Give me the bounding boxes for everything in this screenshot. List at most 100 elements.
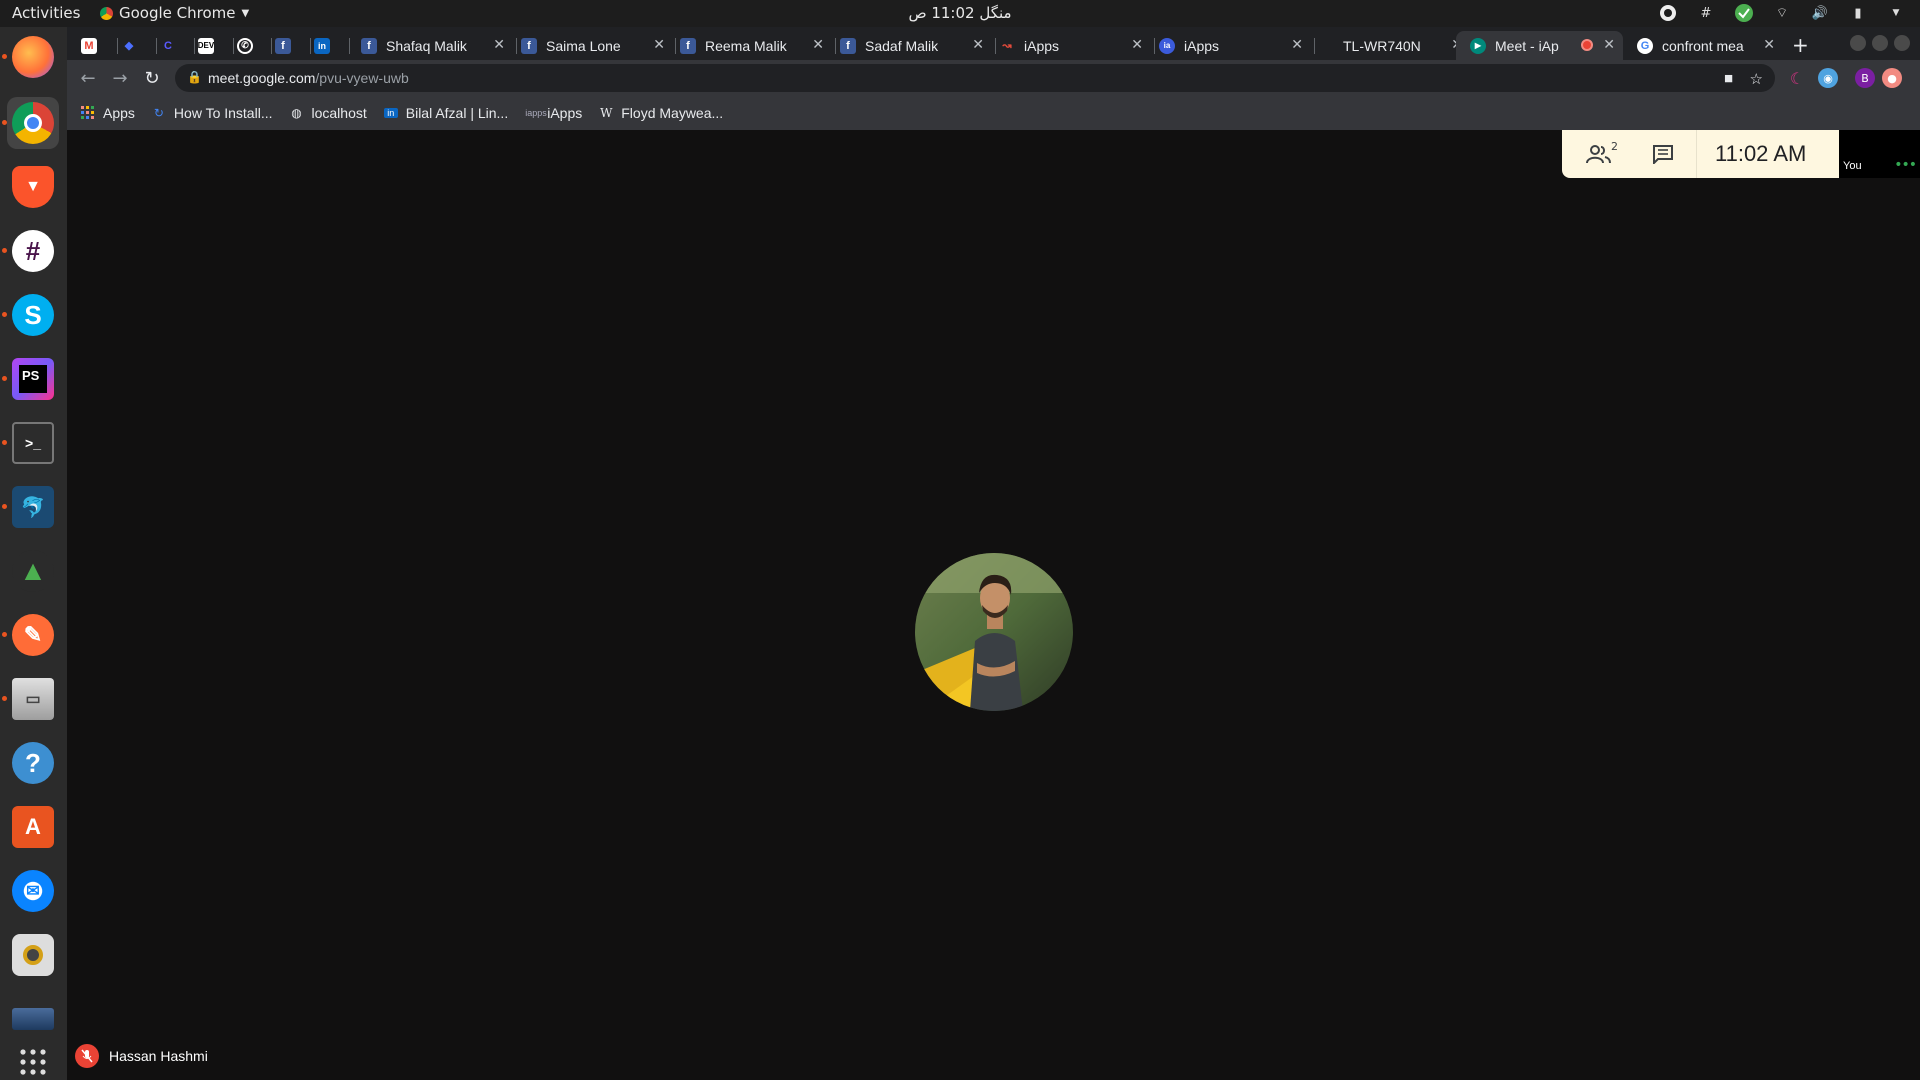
close-icon[interactable]: ✕ — [1291, 36, 1303, 53]
dock-terminal[interactable]: >_ — [2, 417, 59, 469]
tab-jira[interactable]: ◆ — [121, 31, 151, 60]
battery-icon[interactable]: ▮ — [1848, 3, 1868, 23]
star-icon[interactable]: ☆ — [1750, 70, 1763, 88]
dock-chrome[interactable] — [2, 97, 59, 149]
linkedin-icon: in — [314, 37, 330, 54]
dock-rhythmbox[interactable] — [7, 929, 59, 981]
dock-mysql-workbench[interactable]: 🐬 — [2, 481, 59, 533]
tab-linkedin[interactable]: in — [314, 31, 344, 60]
rocket-icon: ▲ — [12, 550, 54, 592]
bookmark-iapps[interactable]: iapps iApps — [525, 105, 582, 121]
dock-rocket[interactable]: ▲ — [7, 545, 59, 597]
reload-button[interactable]: ↻ — [140, 66, 164, 90]
close-window-icon[interactable] — [1894, 35, 1910, 51]
close-icon[interactable]: ✕ — [1131, 36, 1143, 53]
chat-button[interactable] — [1652, 144, 1674, 164]
bookmark-apps[interactable]: Apps — [81, 105, 135, 121]
activities-button[interactable]: Activities — [12, 4, 80, 22]
thunderbird-icon: ✉ — [12, 870, 54, 912]
close-icon[interactable]: ✕ — [812, 36, 824, 53]
linkedin-icon: in — [383, 108, 398, 118]
tab-iapps-2[interactable]: ia iApps ✕ — [1151, 31, 1311, 60]
wifi-icon[interactable]: ⌔ — [1772, 3, 1792, 23]
minimize-icon[interactable] — [1850, 35, 1866, 51]
obs-icon[interactable] — [1658, 3, 1678, 23]
meet-info-panel: 2 11:02 AM — [1562, 130, 1839, 178]
extension-red-icon[interactable]: ● — [1882, 68, 1902, 88]
tab-dev[interactable]: DEV — [198, 31, 228, 60]
volume-icon[interactable]: 🔊 — [1810, 3, 1830, 23]
whatsapp-icon: ✆ — [237, 37, 253, 54]
recording-icon — [1581, 39, 1593, 51]
tab-whatsapp[interactable]: ✆ — [237, 31, 267, 60]
bookmark-bilal-afzal[interactable]: in Bilal Afzal | Lin... — [383, 105, 508, 121]
bookmark-icon: ↻ — [153, 106, 164, 120]
check-icon[interactable] — [1734, 3, 1754, 23]
clockify-icon: C — [164, 39, 172, 52]
tab-sadaf-malik[interactable]: f Sadaf Malik ✕ — [832, 31, 992, 60]
dock-help[interactable]: ? — [7, 737, 59, 789]
participants-button[interactable]: 2 — [1586, 140, 1618, 164]
dock-brave[interactable]: ▼ — [7, 161, 59, 213]
close-icon[interactable]: ✕ — [493, 36, 505, 53]
show-apps-button[interactable] — [7, 1045, 59, 1079]
dock-thunderbird[interactable]: ✉ — [7, 865, 59, 917]
tab-meet[interactable]: ▶ Meet - iAp ✕ — [1456, 31, 1623, 60]
iapps-icon: iapps — [525, 108, 547, 118]
bookmark-localhost[interactable]: ◍ localhost — [289, 105, 367, 121]
self-view-tile[interactable]: You ••• — [1839, 130, 1920, 178]
profile-avatar[interactable]: B — [1855, 68, 1875, 88]
bookmark-how-to-install[interactable]: ↻ How To Install... — [152, 105, 273, 121]
participant-name-bar: Hassan Hashmi — [75, 1044, 208, 1068]
dock-screen[interactable] — [7, 993, 59, 1045]
gnome-top-bar: Activities Google Chrome ▼ منگل 11:02 ص … — [0, 0, 1920, 27]
dock-files[interactable]: ▭ — [2, 673, 59, 725]
system-tray[interactable]: # ⌔ 🔊 ▮ ▼ — [1658, 3, 1906, 23]
tab-facebook[interactable]: f — [275, 31, 305, 60]
google-icon: G — [1637, 37, 1653, 54]
wikipedia-icon: W — [600, 106, 613, 120]
close-icon[interactable]: ✕ — [1763, 36, 1775, 53]
extension-icon[interactable]: ◉ — [1818, 68, 1838, 88]
apps-grid-icon — [20, 1049, 46, 1075]
dock-skype[interactable]: S — [2, 289, 59, 341]
tab-tl-wr740n[interactable]: TL-WR740N ✕ — [1311, 31, 1471, 60]
tab-saima-lone[interactable]: f Saima Lone ✕ — [513, 31, 673, 60]
address-bar[interactable]: 🔒 meet.google.com/pvu-vyew-uwb ■ ☆ — [175, 64, 1775, 92]
dock-postman[interactable]: ✎ — [2, 609, 59, 661]
people-icon — [1586, 145, 1611, 164]
tab-shafaq-malik[interactable]: f Shafaq Malik ✕ — [353, 31, 513, 60]
tab-reema-malik[interactable]: f Reema Malik ✕ — [672, 31, 832, 60]
dock-phpstorm[interactable]: PS — [2, 353, 59, 405]
chevron-down-icon[interactable]: ▼ — [1886, 3, 1906, 23]
dark-mode-extension-icon[interactable]: ☾ — [1787, 68, 1807, 88]
forward-button[interactable]: → — [108, 66, 132, 90]
bookmark-floyd-mayweather[interactable]: W Floyd Maywea... — [599, 105, 723, 121]
tab-iapps-1[interactable]: ↝ iApps ✕ — [991, 31, 1151, 60]
system-clock[interactable]: منگل 11:02 ص — [0, 4, 1920, 22]
app-menu[interactable]: Google Chrome ▼ — [100, 4, 249, 22]
new-tab-button[interactable]: + — [1792, 33, 1809, 57]
iapps-icon: ia — [1159, 37, 1175, 54]
ubuntu-dock: ▼ # S PS >_ 🐬 ▲ ✎ ▭ ? A ✉ — [0, 27, 67, 1080]
slack-icon[interactable]: # — [1696, 3, 1716, 23]
close-icon[interactable]: ✕ — [972, 36, 984, 53]
maximize-icon[interactable] — [1872, 35, 1888, 51]
screen-icon — [12, 1008, 54, 1030]
info-divider — [1696, 130, 1697, 178]
facebook-icon: f — [361, 37, 377, 54]
meeting-clock: 11:02 AM — [1715, 141, 1807, 166]
dock-software-center[interactable]: A — [7, 801, 59, 853]
iapps-icon: ↝ — [1002, 40, 1012, 52]
dock-firefox[interactable] — [2, 31, 59, 83]
participant-count: 2 — [1611, 140, 1618, 153]
tab-clockify[interactable]: C — [160, 31, 190, 60]
dock-slack[interactable]: # — [2, 225, 59, 277]
close-icon[interactable]: ✕ — [653, 36, 665, 53]
participant-avatar — [915, 553, 1073, 711]
camera-icon[interactable]: ■ — [1724, 70, 1733, 87]
back-button[interactable]: ← — [76, 66, 100, 90]
close-icon[interactable]: ✕ — [1603, 36, 1615, 53]
tab-gmail[interactable]: M — [81, 31, 111, 60]
tab-google-search[interactable]: G confront mea ✕ — [1623, 31, 1783, 60]
